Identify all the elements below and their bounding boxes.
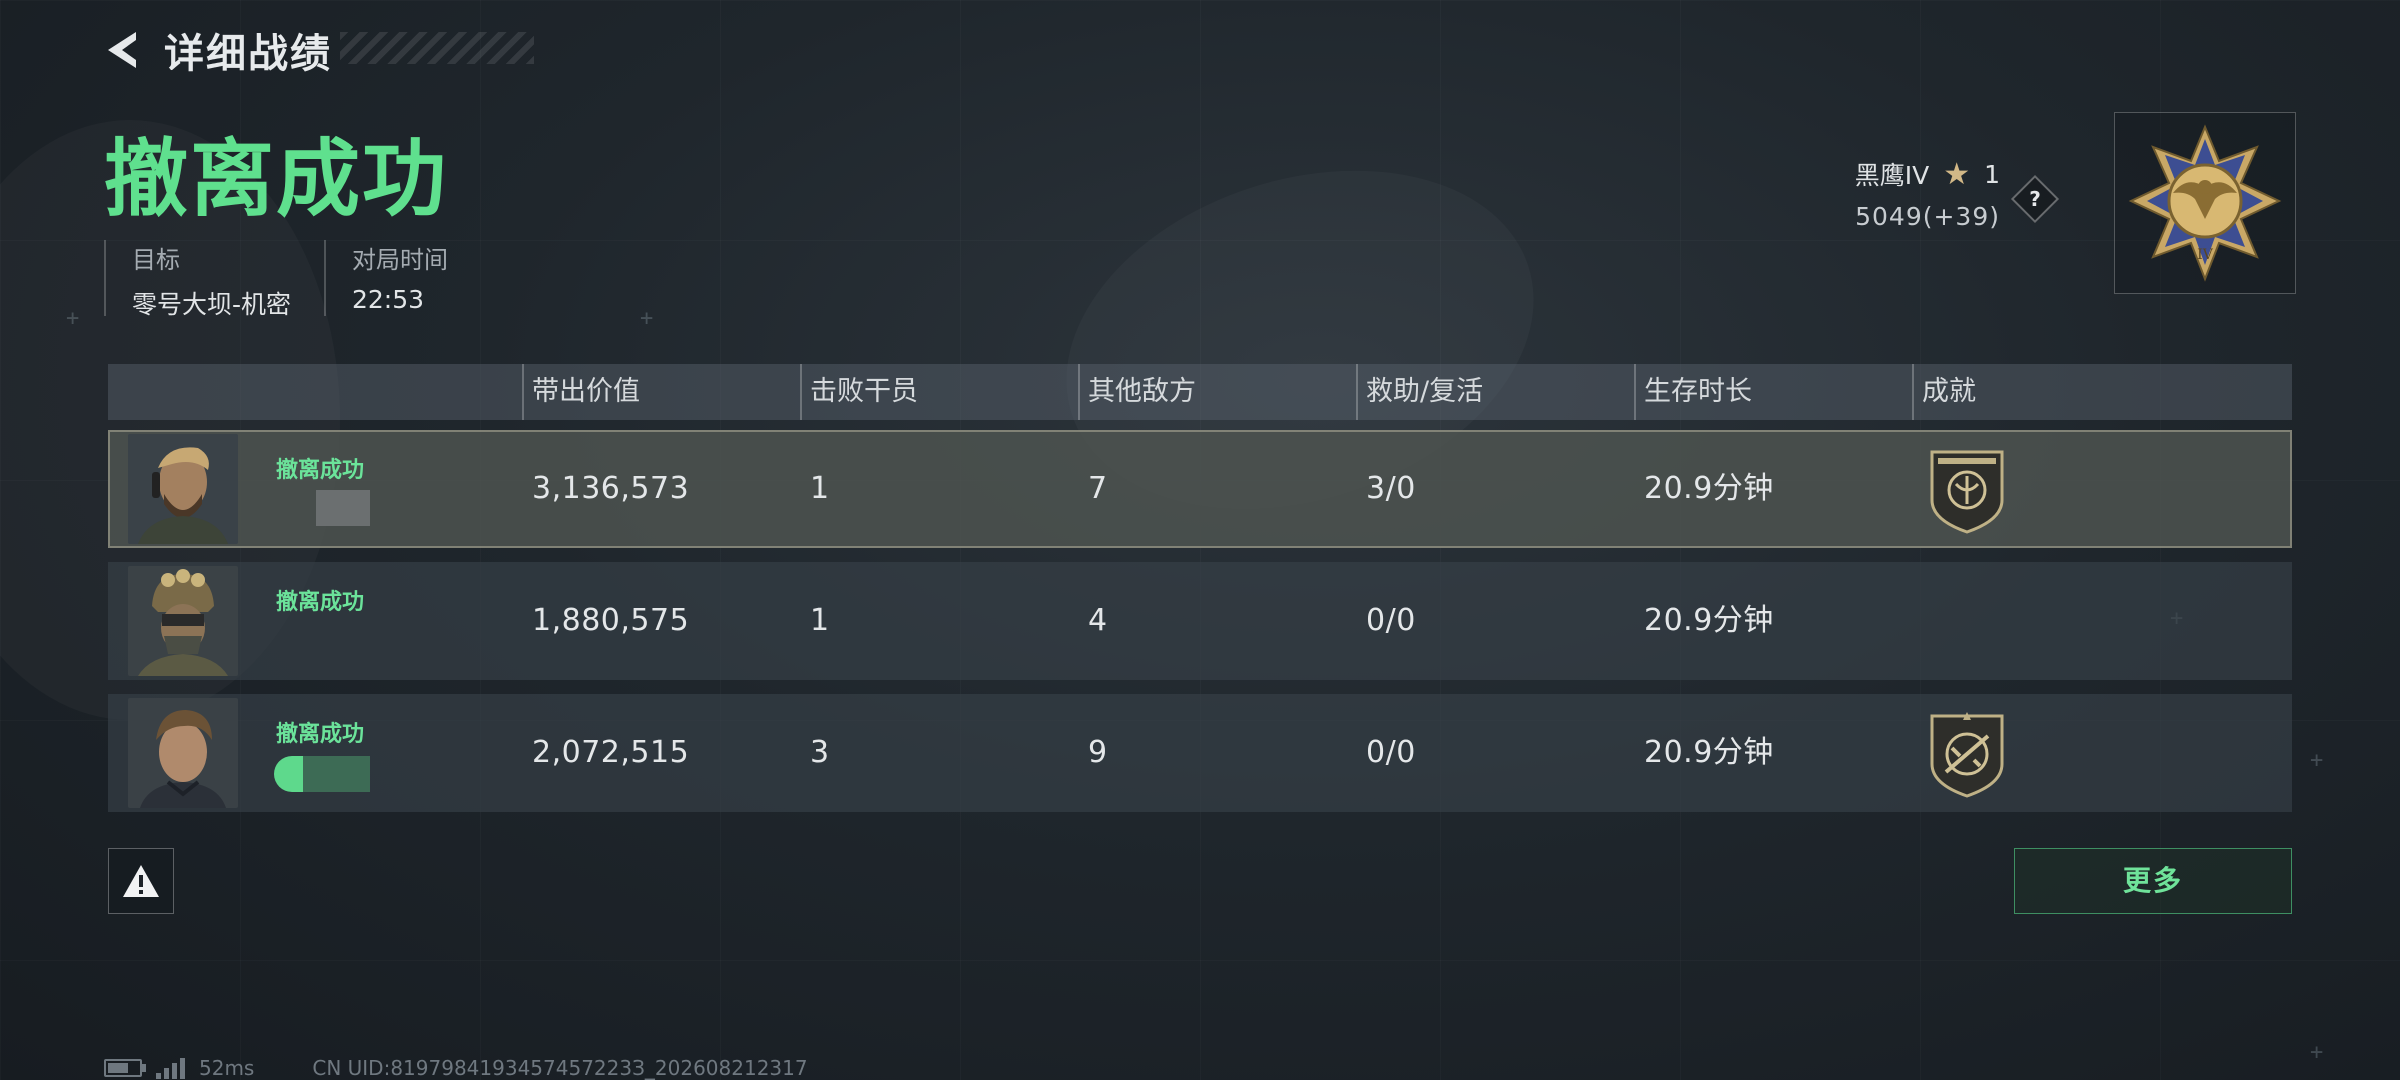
battery-icon: [104, 1059, 146, 1077]
rank-help-button[interactable]: ?: [2010, 174, 2060, 224]
cell-assist: 0/0: [1366, 603, 1416, 638]
page-title: 详细战绩: [164, 31, 332, 77]
col-header-value: 带出价值: [522, 364, 640, 420]
achievement-badge-icon[interactable]: [1922, 444, 2012, 534]
cell-value: 1,880,575: [532, 603, 690, 638]
cell-value: 3,136,573: [532, 471, 690, 506]
status-footer: 52ms CN UID:8197984193457457223З_2026082…: [104, 1056, 808, 1080]
cell-value: 2,072,515: [532, 735, 690, 770]
table-row[interactable]: 撤离成功 2,072,515 3 9 0/0 20.9分钟: [108, 694, 2292, 812]
redacted-name: [316, 490, 370, 526]
cell-other-enemies: 7: [1088, 471, 1108, 506]
avatar: [128, 434, 238, 544]
back-arrow-icon: [108, 32, 136, 68]
rank-name: 黑鹰IV: [1854, 161, 1930, 190]
avatar: [128, 698, 238, 808]
redacted-name: [274, 756, 370, 792]
avatar: [128, 566, 238, 676]
rank-medal[interactable]: IV: [2114, 112, 2296, 294]
decor-plus: +: [2310, 748, 2324, 773]
player-status: 撤离成功: [276, 458, 365, 483]
col-header-survival: 生存时长: [1634, 364, 1752, 420]
target-info: 目标 零号大坝-机密: [104, 240, 291, 319]
signal-icon: [156, 1057, 185, 1079]
cell-assist: 0/0: [1366, 735, 1416, 770]
cell-assist: 3/0: [1366, 471, 1416, 506]
help-label: ?: [2029, 187, 2041, 211]
decor-plus: +: [2310, 1040, 2324, 1065]
svg-text:IV: IV: [2197, 247, 2214, 263]
table-row[interactable]: 撤离成功 1,880,575 1 4 0/0 20.9分钟: [108, 562, 2292, 680]
col-header-other-enemies: 其他敌方: [1078, 364, 1196, 420]
cell-other-enemies: 4: [1088, 603, 1108, 638]
col-header-assist: 救助/复活: [1356, 364, 1483, 420]
match-time-info: 对局时间 22:53: [324, 240, 448, 316]
rifle-badge-icon[interactable]: [1922, 708, 2012, 798]
rank-stars: 1: [1984, 159, 2000, 189]
match-time-value: 22:53: [352, 285, 425, 314]
ping-value: 52ms: [199, 1056, 255, 1080]
cell-kills: 1: [810, 603, 830, 638]
report-button[interactable]: [108, 848, 174, 914]
cell-survival: 20.9分钟: [1644, 735, 1774, 770]
col-header-achievement: 成就: [1912, 364, 1976, 420]
table-header: 带出价值 击败干员 其他敌方 救助/复活 生存时长 成就: [108, 364, 2292, 420]
uid-text: CN UID:8197984193457457223З_202608212317: [312, 1056, 808, 1080]
title-hatch-decor: [340, 32, 534, 64]
target-label: 目标: [132, 246, 180, 274]
back-button[interactable]: 详细战绩: [102, 26, 332, 77]
star-icon: ★: [1943, 156, 1971, 192]
decor-plus: +: [640, 306, 654, 331]
match-time-label: 对局时间: [352, 246, 448, 274]
rank-info: 黑鹰IV ★ 1 5049(+39): [1854, 156, 2000, 232]
target-value: 零号大坝-机密: [132, 290, 292, 319]
cell-kills: 3: [810, 735, 830, 770]
table-row[interactable]: 撤离成功 3,136,573 1 7 3/0 20.9分钟: [108, 430, 2292, 548]
cell-survival: 20.9分钟: [1644, 603, 1774, 638]
player-status: 撤离成功: [276, 722, 365, 747]
rank-score: 5049(+39): [1855, 202, 2000, 231]
cell-kills: 1: [810, 471, 830, 506]
cell-survival: 20.9分钟: [1644, 471, 1774, 506]
col-header-kills: 击败干员: [800, 364, 918, 420]
more-button[interactable]: 更多: [2014, 848, 2292, 914]
cell-other-enemies: 9: [1088, 735, 1108, 770]
warning-icon: [123, 865, 159, 897]
extraction-result-title: 撤离成功: [104, 130, 449, 228]
decor-plus: +: [66, 306, 80, 331]
player-status: 撤离成功: [276, 590, 365, 615]
eagle-medal-icon: IV: [2128, 124, 2282, 282]
